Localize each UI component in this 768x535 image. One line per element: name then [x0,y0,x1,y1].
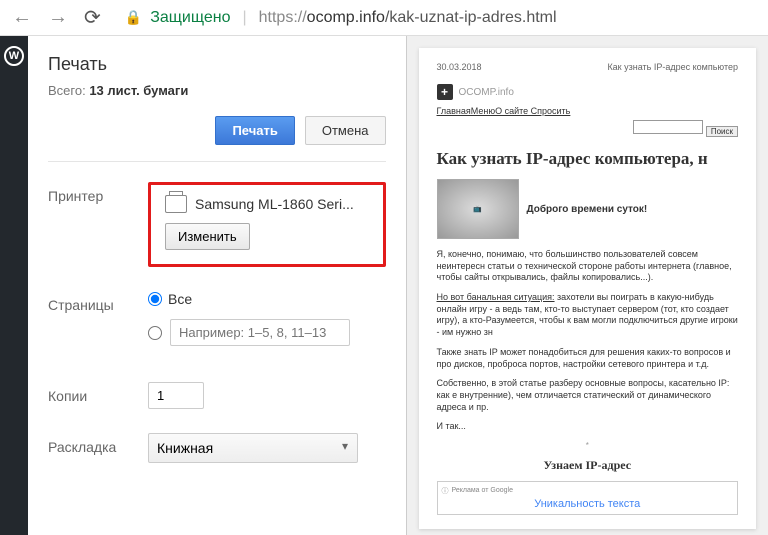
site-logo-text: OCOMP.info [459,87,514,98]
preview-ad: ⓘРеклама от Google Уникальность текста [437,481,739,515]
cancel-button[interactable]: Отмена [305,116,386,145]
preview-image: 📺 [437,179,519,239]
preview-star: * [437,441,739,450]
secure-label: Защищено [150,9,230,27]
preview-date: 30.03.2018 [437,62,482,72]
preview-p1: Я, конечно, понимаю, что большинство пол… [437,249,739,284]
print-preview: 30.03.2018 Как узнать IP-адрес компьютер… [407,36,768,535]
back-button[interactable]: ← [8,6,36,29]
pages-range-input[interactable] [170,319,350,346]
printer-name: Samsung ML-1860 Seri... [195,196,354,212]
preview-search-btn: Поиск [706,126,738,137]
preview-header-right: Как узнать IP-адрес компьютер [607,62,738,72]
preview-p2: Но вот банальная ситуация: захотели вы п… [437,292,739,339]
print-title: Печать [48,54,386,75]
preview-p5: И так... [437,421,739,433]
layout-label: Раскладка [48,433,148,455]
preview-p4: Собственно, в этой статье разберу основн… [437,378,739,413]
wordpress-admin-bar: W [0,36,28,535]
print-button[interactable]: Печать [215,116,294,145]
forward-button[interactable]: → [44,6,72,29]
pages-label: Страницы [48,291,148,313]
preview-title: Как узнать IP-адрес компьютера, н [437,149,739,169]
copies-label: Копии [48,382,148,404]
copies-input[interactable] [148,382,204,409]
reload-button[interactable]: ⟳ [80,5,105,30]
preview-page: 30.03.2018 Как узнать IP-адрес компьютер… [419,48,757,529]
preview-subtitle: Узнаем IP-адрес [437,458,739,473]
preview-search-box [633,120,703,134]
print-dialog: Печать Всего: 13 лист. бумаги Печать Отм… [28,36,407,535]
site-logo-icon: + [437,84,453,100]
pages-custom-radio[interactable] [148,326,162,340]
pages-all-radio[interactable] [148,292,162,306]
change-printer-button[interactable]: Изменить [165,223,250,250]
printer-icon [165,195,187,213]
printer-label: Принтер [48,182,148,204]
pages-all-text: Все [168,291,192,307]
printer-destination-highlight: Samsung ML-1860 Seri... Изменить [148,182,386,267]
url-divider: | [242,9,246,27]
preview-greeting: Доброго времени суток! [527,204,648,215]
preview-nav: ГлавнаяМенюО сайте Спросить [437,106,739,116]
layout-select[interactable]: Книжная [148,433,358,463]
sheet-count: Всего: 13 лист. бумаги [48,83,386,98]
lock-icon: 🔒 [125,9,142,26]
browser-address-bar: ← → ⟳ 🔒 Защищено | https://ocomp.info/ka… [0,0,768,36]
wordpress-icon[interactable]: W [4,46,24,66]
preview-p3: Также знать IP может понадобиться для ре… [437,347,739,370]
url-field[interactable]: https://ocomp.info/kak-uznat-ip-adres.ht… [259,9,557,27]
